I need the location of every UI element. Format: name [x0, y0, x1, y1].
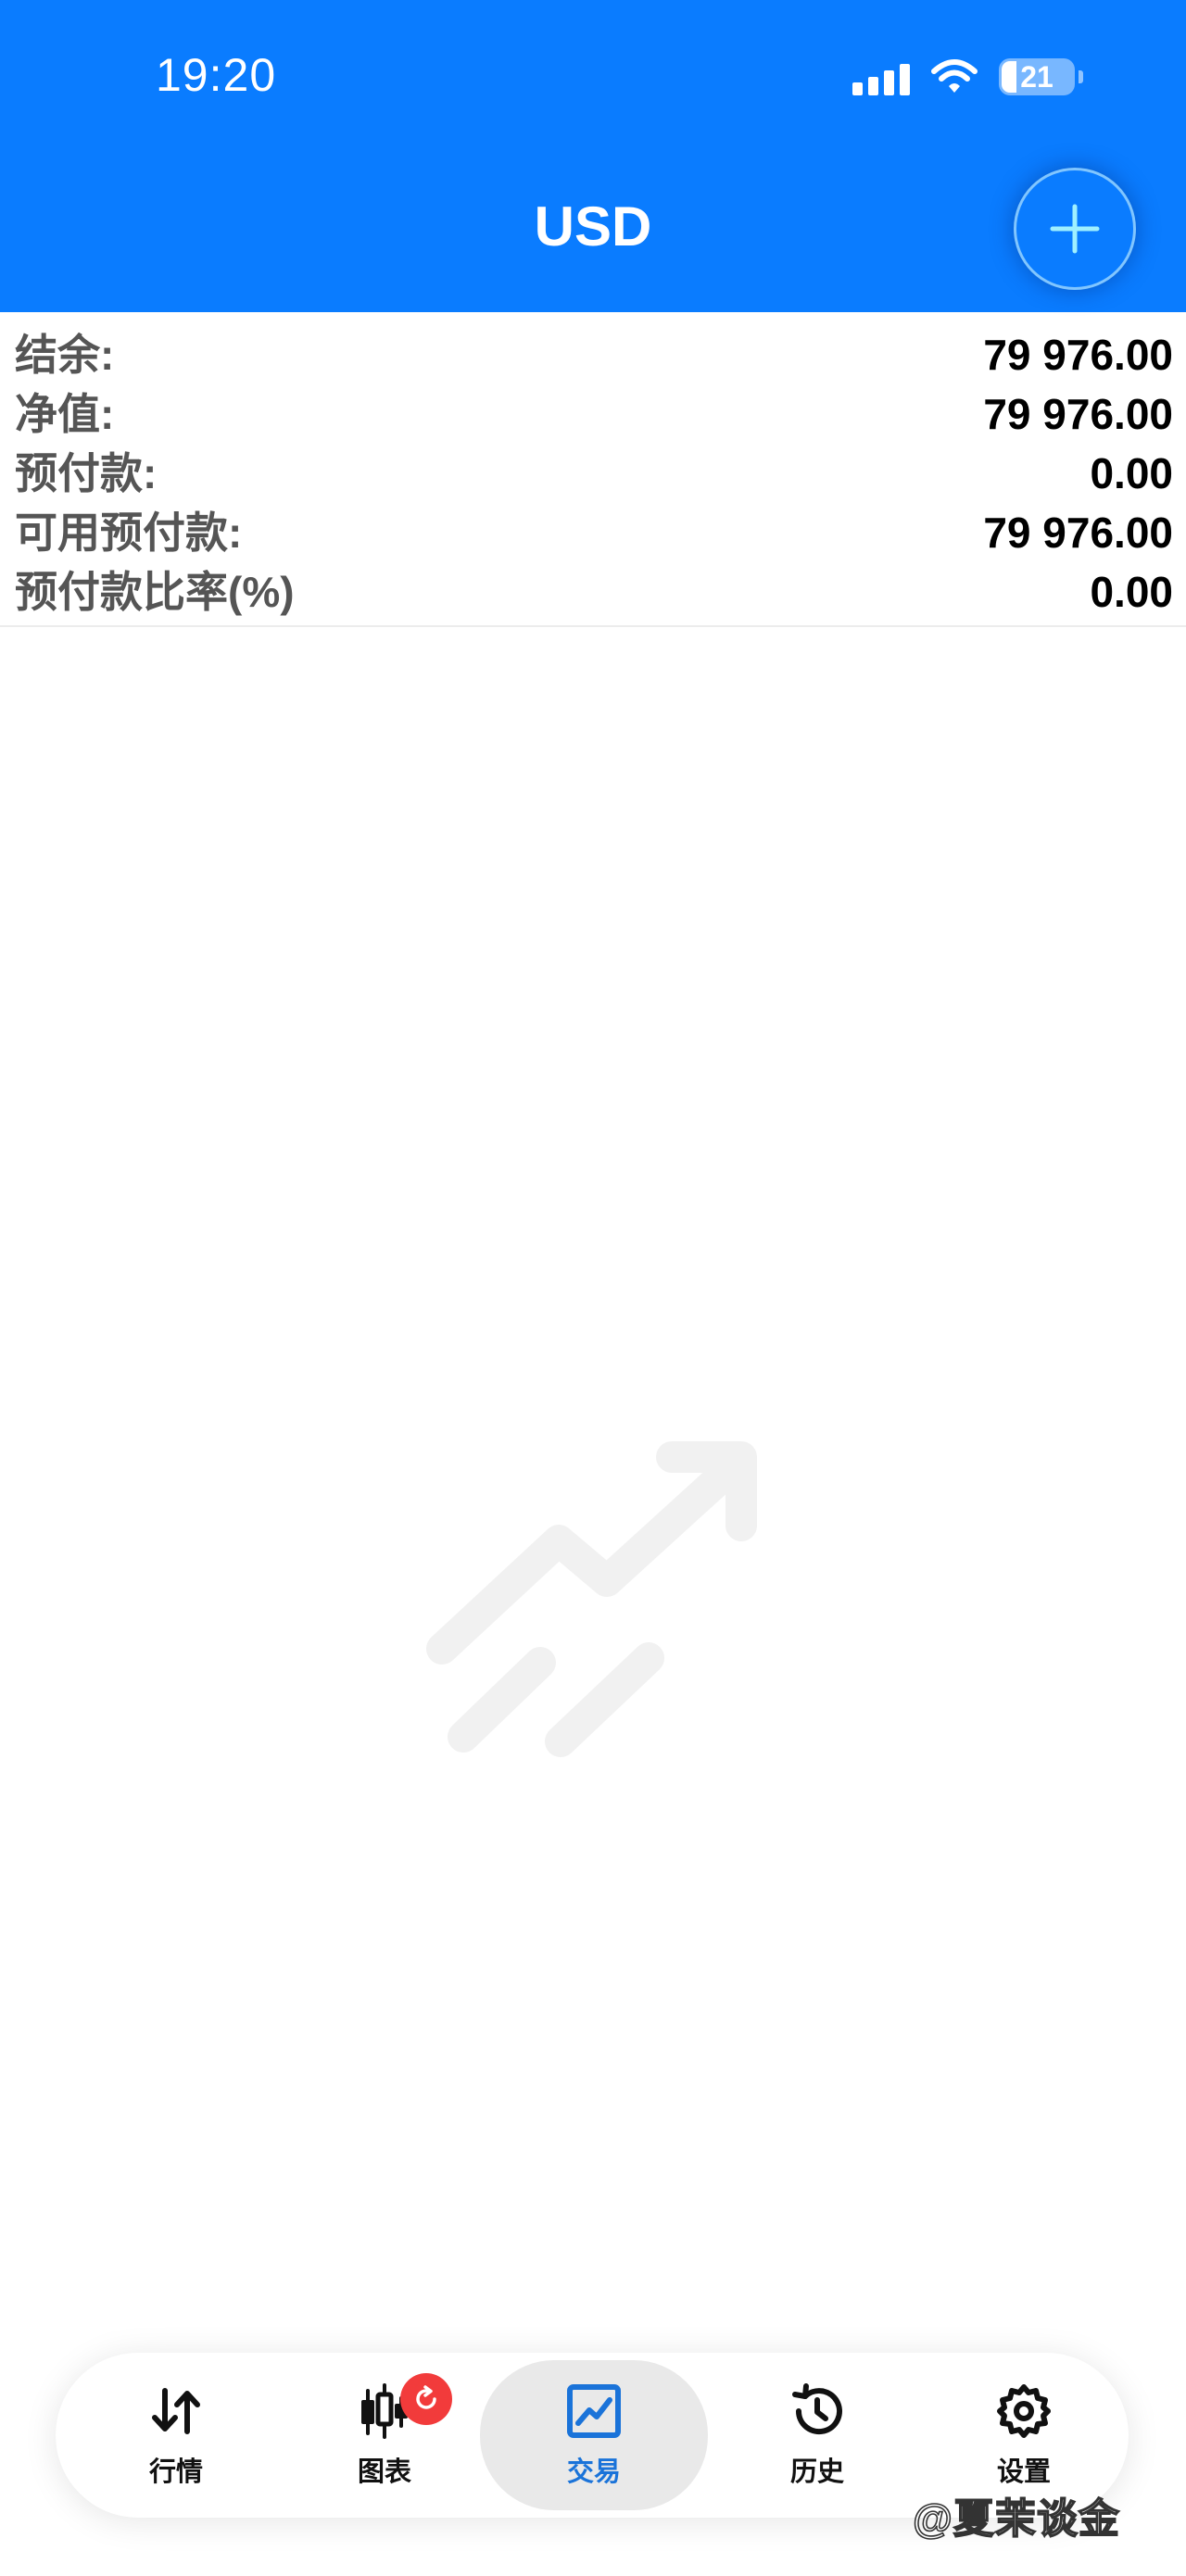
- history-clock-icon: [792, 2383, 842, 2435]
- summary-row-margin: 预付款: 0.00: [0, 444, 1186, 503]
- watermark: @夏茉谈金: [912, 2495, 1120, 2543]
- gear-icon: [997, 2384, 1051, 2438]
- summary-row-free-margin: 可用预付款: 79 976.00: [0, 503, 1186, 562]
- cellular-signal-icon: [852, 58, 910, 95]
- add-order-button[interactable]: [1014, 168, 1136, 290]
- summary-label: 净值:: [15, 390, 115, 438]
- summary-value: 0.00: [1090, 449, 1173, 497]
- tab-charts[interactable]: 图表: [296, 2360, 473, 2510]
- status-time: 19:20: [156, 49, 277, 101]
- battery-level: 21: [1020, 59, 1054, 94]
- summary-label: 预付款比率(%): [15, 568, 295, 616]
- summary-label: 预付款:: [15, 449, 158, 497]
- plus-icon: [1050, 204, 1100, 254]
- summary-value: 79 976.00: [983, 390, 1173, 438]
- summary-label: 可用预付款:: [15, 509, 243, 557]
- tab-label: 交易: [566, 2457, 621, 2487]
- wifi-icon: [931, 59, 978, 93]
- refresh-badge: [400, 2373, 452, 2425]
- tab-label: 历史: [789, 2457, 844, 2487]
- tab-trade[interactable]: 交易: [480, 2360, 708, 2510]
- empty-trades-illustration-icon: [426, 1441, 757, 1757]
- summary-label: 结余:: [15, 331, 115, 379]
- summary-value: 79 976.00: [983, 509, 1173, 557]
- summary-value: 0.00: [1090, 568, 1173, 616]
- tab-label: 行情: [148, 2457, 203, 2487]
- summary-value: 79 976.00: [983, 331, 1173, 379]
- quotes-arrows-icon: [152, 2388, 200, 2434]
- summary-row-equity: 净值: 79 976.00: [0, 384, 1186, 444]
- page-title: USD: [534, 195, 652, 258]
- summary-row-balance: 结余: 79 976.00: [0, 325, 1186, 384]
- refresh-icon: [416, 2385, 436, 2409]
- tab-history[interactable]: 历史: [729, 2360, 905, 2510]
- battery-icon: 21: [999, 58, 1083, 95]
- tab-label: 图表: [357, 2457, 411, 2487]
- status-icons: 21: [852, 54, 1083, 100]
- tab-label: 设置: [996, 2457, 1051, 2487]
- trade-chart-icon: [567, 2384, 621, 2438]
- tab-quotes[interactable]: 行情: [88, 2360, 264, 2510]
- account-summary: 结余: 79 976.00 净值: 79 976.00 预付款: 0.00 可用…: [0, 312, 1186, 627]
- summary-row-margin-level: 预付款比率(%) 0.00: [0, 562, 1186, 622]
- app-header: 19:20 21 USD: [0, 0, 1186, 312]
